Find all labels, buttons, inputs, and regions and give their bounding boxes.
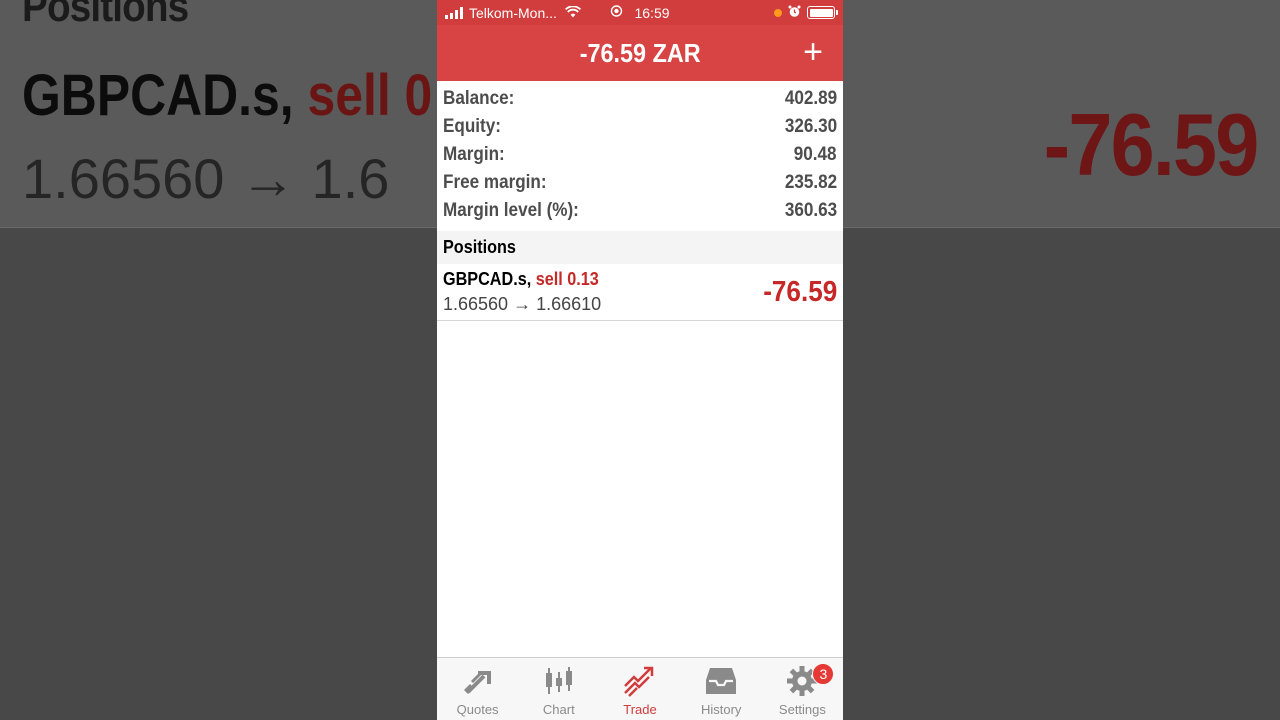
tab-chart[interactable]: Chart [518,658,599,720]
background-side: sell 0 [307,63,433,128]
position-title: GBPCAD.s, sell 0.13 [443,269,599,290]
background-title: Positions [22,0,189,31]
position-details: GBPCAD.s, sell 0.13 1.66560 → 1.66610 [443,269,616,315]
summary-label: Free margin: [443,172,547,193]
summary-value: 235.82 [784,172,837,193]
account-summary: Balance: 402.89 Equity: 326.30 Margin: 90.4… [437,81,843,225]
tab-label: History [700,702,742,717]
phone-screen: Telkom-Mon... 16:59 -76.59 ZAR + Balance… [437,0,843,720]
background-profit: -76.59 [1044,95,1260,194]
wifi-icon [564,4,581,21]
background-symbol-name: GBPCAD.s, [22,63,294,128]
summary-row-free-margin: Free margin: 235.82 [443,169,837,197]
battery-icon [807,6,838,19]
carrier-name: Telkom-Mon... [469,4,557,21]
tab-label: Settings [778,702,826,717]
tab-label: Quotes [456,702,499,717]
status-bar: Telkom-Mon... 16:59 [437,0,843,25]
trade-icon [624,666,654,697]
tab-bar: Quotes Chart Trade History Settings 3 [437,657,843,720]
position-row[interactable]: GBPCAD.s, sell 0.13 1.66560 → 1.66610 -7… [437,264,843,321]
summary-label: Balance: [443,88,515,109]
summary-value: 360.63 [784,200,837,221]
tab-label: Chart [542,702,575,717]
new-order-button[interactable]: + [803,35,823,69]
chart-icon [545,667,572,694]
summary-value: 326.30 [784,116,837,137]
tab-trade[interactable]: Trade [599,658,680,720]
position-symbol: GBPCAD.s, [443,269,532,289]
alarm-icon [788,5,801,21]
tab-history[interactable]: History [681,658,762,720]
summary-row-balance: Balance: 402.89 [443,85,837,113]
summary-row-equity: Equity: 326.30 [443,113,837,141]
history-icon [706,668,737,694]
notification-badge: 3 [812,663,835,685]
background-symbol: GBPCAD.s, sell 0 [22,62,432,129]
recording-dot-icon [774,8,782,17]
quotes-icon [463,671,491,694]
profit-title: -76.59 ZAR [579,37,701,68]
tab-settings[interactable]: Settings 3 [762,658,843,720]
summary-row-margin-level: Margin level (%): 360.63 [443,197,837,225]
background-prices: 1.66560 → 1.6 [22,147,390,210]
summary-label: Margin: [443,144,505,165]
signal-icon [445,6,463,19]
lock-rotation-icon [610,5,623,20]
positions-header-label: Positions [443,237,516,257]
summary-value: 402.89 [784,88,837,109]
summary-row-margin: Margin: 90.48 [443,141,837,169]
status-right [774,5,838,21]
top-navbar: -76.59 ZAR + [437,25,843,81]
clock-time: 16:59 [634,4,670,21]
position-profit: -76.59 [762,275,837,308]
summary-value: 90.48 [794,144,837,165]
tab-label: Trade [623,702,657,717]
status-time: 16:59 [610,4,670,21]
position-side: sell 0.13 [535,269,599,289]
position-prices: 1.66560 → 1.66610 [443,294,602,314]
summary-label: Equity: [443,116,501,137]
positions-header: Positions [437,231,843,264]
summary-label: Margin level (%): [443,200,579,221]
tab-quotes[interactable]: Quotes [437,658,518,720]
